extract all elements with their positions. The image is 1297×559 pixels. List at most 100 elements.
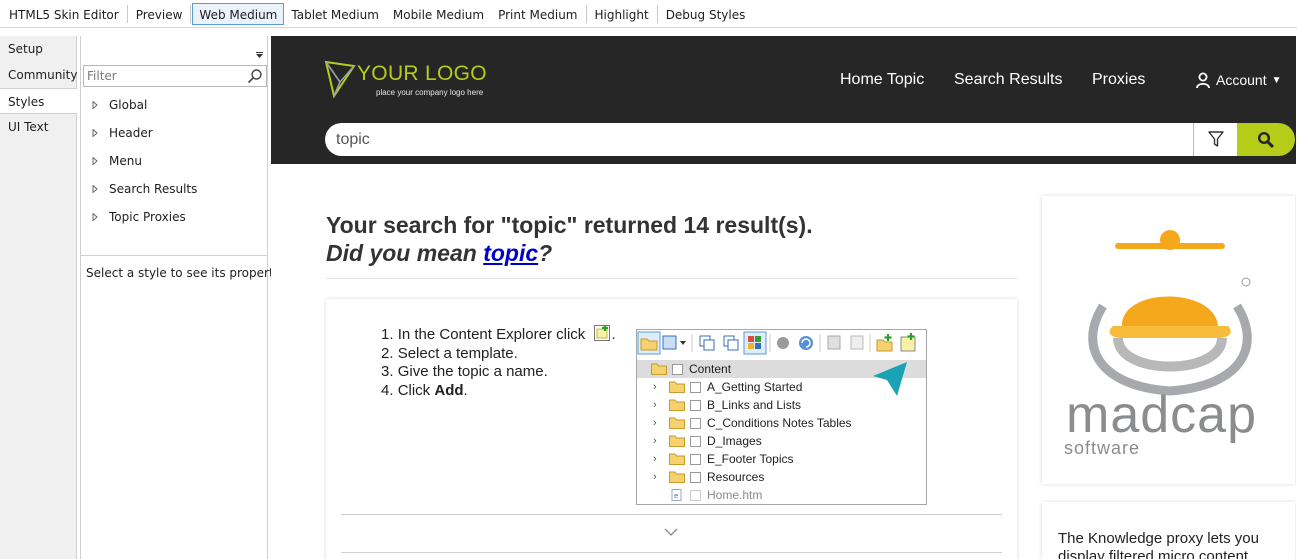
- explorer-item[interactable]: › Resources: [637, 468, 926, 486]
- svg-text:software: software: [1064, 438, 1140, 456]
- dropdown-pin-icon[interactable]: [256, 52, 263, 58]
- proxy-card-text: The Knowledge proxy lets you display fil…: [1042, 502, 1295, 559]
- search-submit-button[interactable]: [1237, 123, 1295, 156]
- tree-item-global[interactable]: Global: [81, 91, 267, 119]
- did-you-mean: Did you mean topic?: [326, 240, 552, 267]
- web-medium-button[interactable]: Web Medium: [192, 2, 285, 25]
- checkbox[interactable]: [690, 399, 701, 411]
- logo-mark-icon: [324, 60, 356, 99]
- tree-item-label: Topic Proxies: [109, 210, 186, 224]
- site-header: YOUR LOGO place your company logo here H…: [271, 36, 1296, 164]
- chevron-right-icon[interactable]: ›: [653, 453, 663, 465]
- checkbox[interactable]: [690, 417, 701, 429]
- account-menu[interactable]: Account ▼: [1196, 72, 1282, 88]
- panel-header: [81, 36, 267, 64]
- knowledge-proxy-text: The Knowledge proxy lets you display fil…: [1058, 530, 1259, 559]
- print-medium-button[interactable]: Print Medium: [491, 3, 584, 25]
- checkbox[interactable]: [690, 435, 701, 447]
- chevron-right-icon[interactable]: ›: [653, 399, 663, 411]
- explorer-item[interactable]: › D_Images: [637, 432, 926, 450]
- tree-item-label: Global: [109, 98, 148, 112]
- filter-button[interactable]: [1193, 123, 1238, 156]
- folder-icon: [669, 399, 685, 411]
- step-text: Give the topic a name.: [397, 363, 548, 380]
- expand-arrow-icon[interactable]: [91, 213, 99, 221]
- search-result-card: 1. In the Content Explorer click . 2. Se…: [326, 299, 1017, 559]
- card-divider: [341, 514, 1002, 515]
- explorer-item-label: D_Images: [707, 434, 762, 448]
- search-icon[interactable]: [247, 68, 263, 84]
- did-you-mean-suffix: ?: [538, 240, 553, 266]
- tab-community[interactable]: Community: [0, 62, 77, 88]
- explorer-item[interactable]: › C_Conditions Notes Tables: [637, 414, 926, 432]
- chevron-right-icon[interactable]: ›: [653, 435, 663, 447]
- expand-arrow-icon[interactable]: [91, 101, 99, 109]
- file-icon: e: [671, 489, 682, 501]
- search-input[interactable]: [325, 123, 1194, 156]
- chevron-right-icon[interactable]: ›: [653, 417, 663, 429]
- style-filter[interactable]: [83, 65, 267, 87]
- toolbar-separator: [190, 4, 192, 23]
- tree-item-label: Header: [109, 126, 153, 140]
- checkbox[interactable]: [690, 453, 701, 465]
- svg-text:madcap: madcap: [1066, 386, 1257, 444]
- explorer-item[interactable]: › E_Footer Topics: [637, 450, 926, 468]
- editor-toolbar: HTML5 Skin Editor Preview Web Medium Tab…: [0, 0, 1297, 28]
- left-tab-strip: Setup Community Styles UI Text: [0, 36, 77, 559]
- suggestion-link[interactable]: topic: [483, 240, 538, 266]
- explorer-item-label: Home.htm: [707, 488, 763, 502]
- checkbox[interactable]: [690, 489, 701, 501]
- folder-icon: [669, 417, 685, 429]
- filter-input[interactable]: [84, 66, 244, 86]
- step-number: 3.: [381, 363, 394, 380]
- site-logo[interactable]: YOUR LOGO place your company logo here: [324, 60, 524, 104]
- nav-search-results[interactable]: Search Results: [954, 71, 1063, 89]
- tablet-medium-button[interactable]: Tablet Medium: [284, 3, 386, 25]
- chevron-right-icon[interactable]: ›: [653, 471, 663, 483]
- highlight-button[interactable]: Highlight: [588, 3, 656, 25]
- filter-funnel-icon: [1208, 131, 1224, 147]
- nav-home-topic[interactable]: Home Topic: [840, 71, 924, 89]
- explorer-item[interactable]: e Home.htm: [637, 486, 926, 504]
- expand-arrow-icon[interactable]: [91, 185, 99, 193]
- step-4: 4. Click Add.: [381, 382, 616, 401]
- tree-item-menu[interactable]: Menu: [81, 147, 267, 175]
- nav-proxies[interactable]: Proxies: [1092, 71, 1145, 89]
- chevron-right-icon[interactable]: ›: [653, 381, 663, 393]
- tab-styles[interactable]: Styles: [0, 88, 77, 114]
- checkbox[interactable]: [672, 363, 683, 375]
- debug-styles-button[interactable]: Debug Styles: [659, 3, 753, 25]
- folder-icon: [669, 381, 685, 393]
- tree-item-topic-proxies[interactable]: Topic Proxies: [81, 203, 267, 231]
- step-list: 1. In the Content Explorer click . 2. Se…: [381, 324, 616, 400]
- card-divider: [341, 552, 1002, 553]
- tab-ui-text[interactable]: UI Text: [0, 114, 76, 140]
- step-1: 1. In the Content Explorer click .: [381, 325, 616, 343]
- chevron-down-icon[interactable]: [664, 528, 678, 536]
- expand-arrow-icon[interactable]: [91, 157, 99, 165]
- style-tree: Global Header Menu Search Results Topic …: [81, 91, 267, 231]
- tree-item-search-results[interactable]: Search Results: [81, 175, 267, 203]
- checkbox[interactable]: [690, 471, 701, 483]
- toolbar-separator: [126, 4, 128, 23]
- magnifier-icon: [1257, 131, 1275, 148]
- tree-item-header[interactable]: Header: [81, 119, 267, 147]
- step-2: 2. Select a template.: [381, 345, 616, 364]
- tab-setup[interactable]: Setup: [0, 36, 76, 62]
- folder-icon: [669, 435, 685, 447]
- did-you-mean-prefix: Did you mean: [326, 240, 484, 266]
- tree-item-label: Menu: [109, 154, 142, 168]
- search-bar: [325, 123, 1295, 156]
- explorer-item-label: B_Links and Lists: [707, 398, 802, 412]
- step-bold-text: Add: [434, 381, 464, 399]
- svg-text:e: e: [674, 492, 678, 500]
- step-number: 1.: [381, 326, 394, 343]
- logo-tagline: place your company logo here: [376, 88, 484, 97]
- skin-editor-tab[interactable]: HTML5 Skin Editor: [2, 3, 126, 25]
- preview-tab[interactable]: Preview: [129, 3, 190, 25]
- mobile-medium-button[interactable]: Mobile Medium: [386, 3, 491, 25]
- panel-divider[interactable]: [81, 255, 267, 256]
- expand-arrow-icon[interactable]: [91, 129, 99, 137]
- checkbox[interactable]: [690, 381, 701, 393]
- skin-preview: YOUR LOGO place your company logo here H…: [271, 36, 1296, 559]
